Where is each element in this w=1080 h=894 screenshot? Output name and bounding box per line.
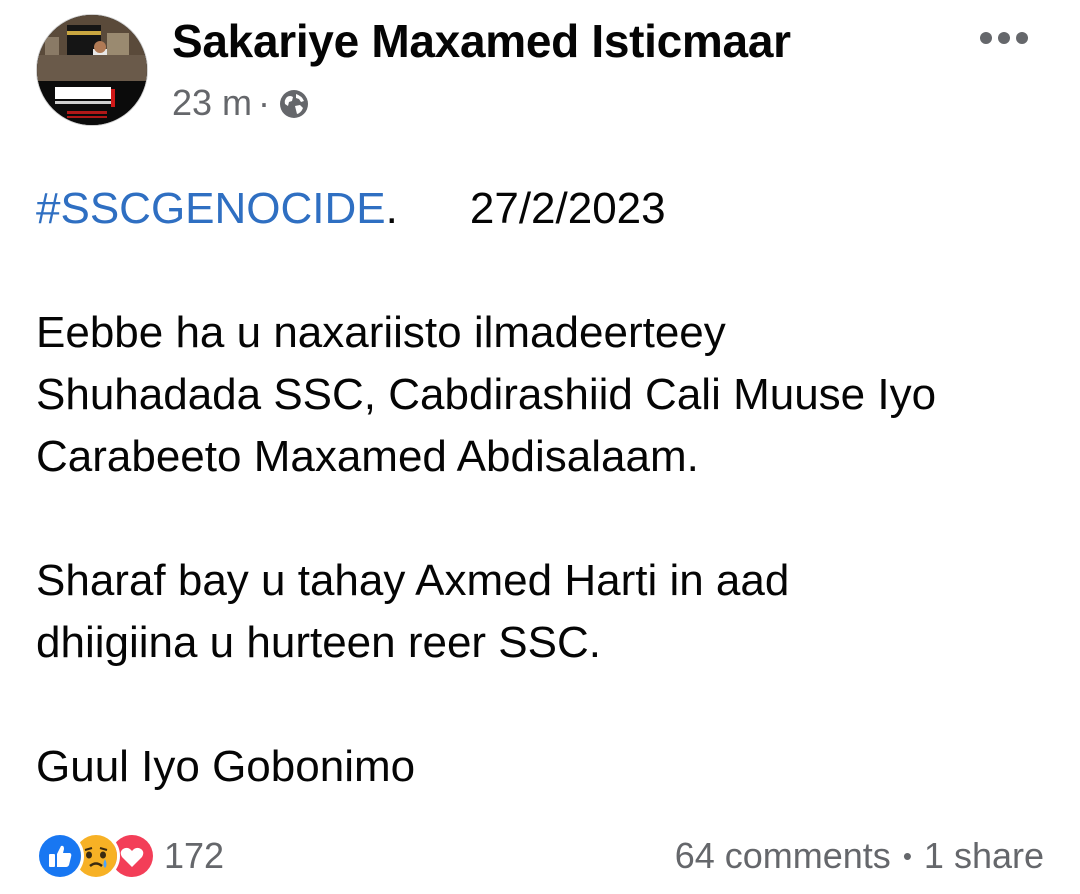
hashtag-suffix: . xyxy=(385,184,398,233)
engagement-summary: 64 comments • 1 share xyxy=(675,835,1044,877)
like-icon xyxy=(36,832,84,880)
post-meta: 23 m · xyxy=(172,82,310,124)
more-dot xyxy=(998,32,1010,44)
paragraph-1-line: Carabeeto Maxamed Abdisalaam. xyxy=(36,432,699,481)
author-name[interactable]: Sakariye Maxamed Isticmaar xyxy=(172,14,791,68)
meta-separator: · xyxy=(258,82,271,123)
engagement-separator: • xyxy=(902,840,912,871)
hashtag-link[interactable]: #SSCGENOCIDE xyxy=(36,178,386,240)
paragraph-1-line: Shuhadada SSC, Cabdirashiid Cali Muuse I… xyxy=(36,370,937,419)
paragraph-1: Eebbe ha u naxariisto ilmadeerteey Shuha… xyxy=(36,302,1046,488)
paragraph-3: Guul Iyo Gobonimo xyxy=(36,742,416,791)
paragraph-2-line: dhiigiina u hurteen reer SSC. xyxy=(36,618,601,667)
paragraph-2: Sharaf bay u tahay Axmed Harti in aad dh… xyxy=(36,550,1046,674)
comments-link[interactable]: 64 comments xyxy=(675,835,891,877)
globe-icon[interactable] xyxy=(278,87,310,119)
post-footer: 172 64 comments • 1 share xyxy=(36,830,1044,882)
hashtag-line: #SSCGENOCIDE. 27/2/2023 xyxy=(36,178,1046,240)
paragraph-1-line: Eebbe ha u naxariisto ilmadeerteey xyxy=(36,308,726,357)
more-dot xyxy=(1016,32,1028,44)
post-text: #SSCGENOCIDE. 27/2/2023 Eebbe ha u naxar… xyxy=(36,178,1046,798)
post-timestamp[interactable]: 23 m xyxy=(172,82,252,124)
shares-link[interactable]: 1 share xyxy=(924,835,1044,877)
avatar-image xyxy=(37,15,147,125)
facebook-post: Sakariye Maxamed Isticmaar 23 m · #SSCGE… xyxy=(0,0,1080,894)
reaction-count: 172 xyxy=(164,835,225,876)
paragraph-2-line: Sharaf bay u tahay Axmed Harti in aad xyxy=(36,556,790,605)
reactions-summary[interactable]: 172 xyxy=(36,832,224,880)
more-horizontal-icon xyxy=(980,32,992,44)
more-options-button[interactable] xyxy=(972,16,1036,60)
author-avatar[interactable] xyxy=(36,14,148,126)
post-date-text: 27/2/2023 xyxy=(469,184,666,233)
